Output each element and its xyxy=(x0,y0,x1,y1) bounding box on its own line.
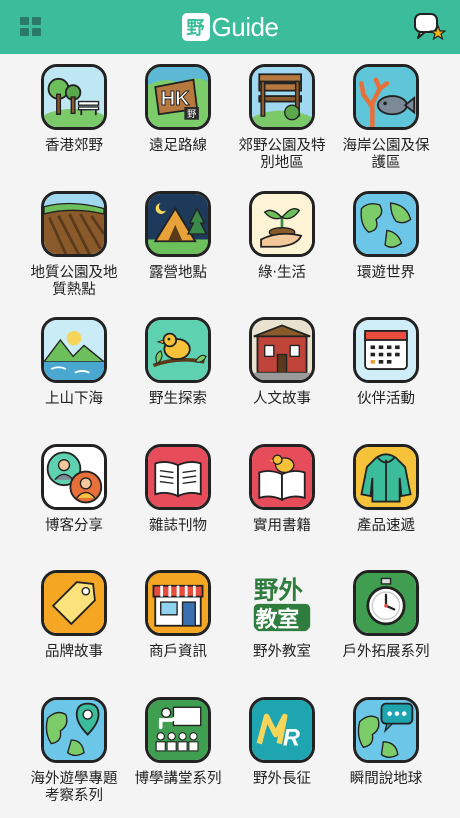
category-label: 野外教室 xyxy=(253,644,311,660)
jacket-icon xyxy=(353,443,419,510)
category-label: 伙伴活動 xyxy=(357,391,415,407)
category-tile[interactable]: 野外 教室 野外教室 xyxy=(230,560,334,687)
shop-icon xyxy=(145,570,211,636)
category-label: 海岸公園及保護區 xyxy=(342,138,430,171)
category-label: 實用書籍 xyxy=(253,517,311,534)
category-label: 瞬間說地球 xyxy=(349,770,423,787)
old-building-icon xyxy=(249,317,315,383)
category-tile[interactable]: 綠‧生活 xyxy=(230,181,334,308)
category-tile[interactable]: 博學講堂系列 xyxy=(126,687,230,814)
category-label: 雜誌刊物 xyxy=(149,517,207,534)
category-tile[interactable]: 博客分享 xyxy=(22,434,126,561)
outdoor-classroom-icon: 野外 教室 xyxy=(249,570,315,636)
calendar-icon xyxy=(353,317,419,383)
category-label: 野生探索 xyxy=(149,391,207,407)
category-label: 博客分享 xyxy=(45,517,103,534)
category-label: 人文故事 xyxy=(253,391,311,407)
svg-text:HK: HK xyxy=(161,88,190,110)
category-tile[interactable]: 海外遊學專題考察系列 xyxy=(22,687,126,814)
svg-text:野外: 野外 xyxy=(254,575,304,604)
logo-badge: 野 xyxy=(181,13,210,41)
category-label: 品牌故事 xyxy=(45,644,103,660)
svg-text:教室: 教室 xyxy=(256,607,300,633)
bird-branch-icon xyxy=(145,317,211,383)
bloggers-icon xyxy=(41,443,107,510)
category-tile[interactable]: 人文故事 xyxy=(230,307,334,434)
category-tile[interactable]: HK 野 遠足路線 xyxy=(126,54,230,181)
category-tile[interactable]: 郊野公園及特別地區 xyxy=(230,54,334,181)
category-tile[interactable]: 戶外拓展系列 xyxy=(334,560,438,687)
mr-logo-icon: R xyxy=(249,696,315,763)
stopwatch-icon xyxy=(353,570,419,636)
category-tile[interactable]: 上山下海 xyxy=(22,307,126,434)
category-label: 戶外拓展系列 xyxy=(342,644,430,660)
globe-pin-icon xyxy=(41,696,107,763)
hk-hiking-sign-icon: HK 野 xyxy=(145,64,211,130)
category-label: 環遊世界 xyxy=(357,264,415,281)
category-label: 產品速遞 xyxy=(357,517,415,534)
category-label: 香港郊野 xyxy=(45,138,103,154)
category-tile[interactable]: 雜誌刊物 xyxy=(126,434,230,561)
category-label: 綠‧生活 xyxy=(257,264,307,281)
category-tile[interactable]: 產品速遞 xyxy=(334,434,438,561)
category-tile[interactable]: 野生探索 xyxy=(126,307,230,434)
category-tile[interactable]: 香港郊野 xyxy=(22,54,126,181)
tag-icon xyxy=(41,570,107,636)
open-book-icon xyxy=(145,443,211,510)
bird-book-icon xyxy=(249,443,315,510)
tent-icon xyxy=(145,190,211,257)
mountain-lake-icon xyxy=(41,317,107,383)
rock-strata-icon xyxy=(41,190,107,257)
category-label: 商戶資訊 xyxy=(149,644,207,660)
svg-text:野: 野 xyxy=(187,109,196,120)
globe-chat-icon xyxy=(353,696,419,763)
category-tile[interactable]: 海岸公園及保護區 xyxy=(334,54,438,181)
category-label: 博學講堂系列 xyxy=(134,770,222,787)
category-label: 露營地點 xyxy=(149,264,207,281)
lecture-icon xyxy=(145,696,211,763)
category-label: 野外長征 xyxy=(253,770,311,787)
category-label: 郊野公園及特別地區 xyxy=(238,138,326,171)
category-tile[interactable]: 露營地點 xyxy=(126,181,230,308)
sprout-hand-icon xyxy=(249,190,315,257)
category-label: 遠足路線 xyxy=(149,138,207,154)
category-label: 海外遊學專題考察系列 xyxy=(30,770,118,804)
grid-menu-icon[interactable] xyxy=(20,17,42,37)
category-tile[interactable]: R 野外長征 xyxy=(230,687,334,814)
category-tile[interactable]: 實用書籍 xyxy=(230,434,334,561)
category-label: 地質公園及地質熱點 xyxy=(30,264,118,298)
category-label: 上山下海 xyxy=(45,391,103,407)
chat-star-icon[interactable] xyxy=(414,12,447,42)
category-tile[interactable]: 商戶資訊 xyxy=(126,560,230,687)
logo-text: Guide xyxy=(211,11,279,42)
svg-text:R: R xyxy=(283,725,300,751)
app-logo: 野 Guide xyxy=(181,11,279,43)
top-bar: 野 Guide xyxy=(0,0,460,54)
globe-icon xyxy=(353,190,419,257)
park-bench-icon xyxy=(41,64,107,130)
category-tile[interactable]: 品牌故事 xyxy=(22,560,126,687)
category-tile[interactable]: 伙伴活動 xyxy=(334,307,438,434)
fish-coral-icon xyxy=(353,64,419,130)
category-tile[interactable]: 瞬間說地球 xyxy=(334,687,438,814)
category-tile[interactable]: 地質公園及地質熱點 xyxy=(22,181,126,308)
wooden-bench-icon xyxy=(249,64,315,130)
category-tile[interactable]: 環遊世界 xyxy=(334,181,438,308)
category-grid: 香港郊野 HK 野 遠足路線 郊野公園及特別地區 海岸公園及保護區 地質公園及地… xyxy=(0,54,460,818)
